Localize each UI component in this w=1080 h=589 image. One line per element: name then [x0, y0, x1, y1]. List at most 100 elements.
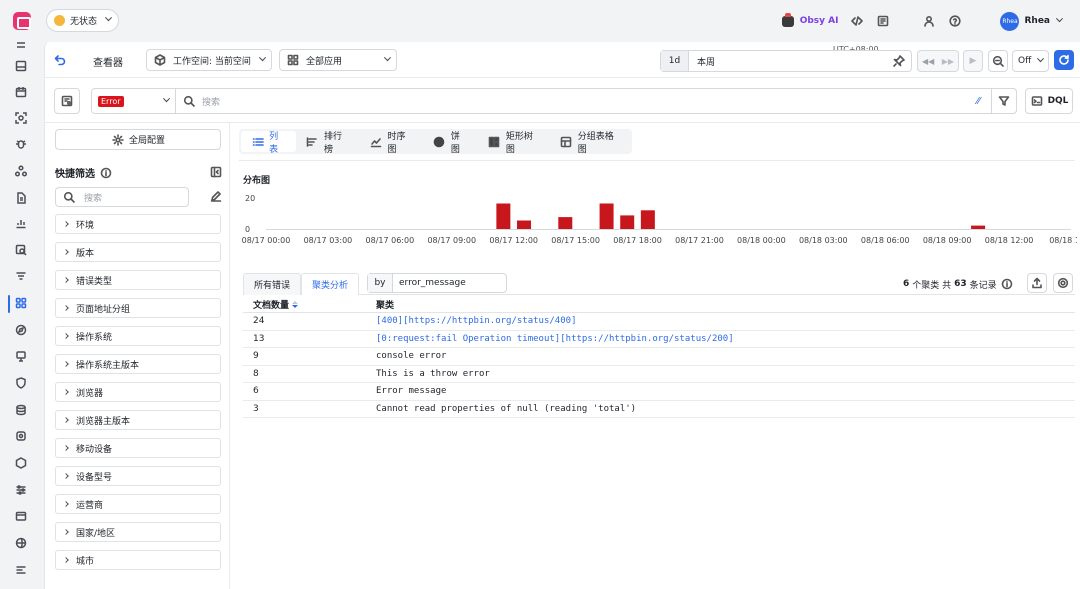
workspace-select[interactable]: 工作空间: 当前空间: [146, 49, 272, 71]
rail-integration-icon[interactable]: [15, 537, 29, 551]
rail-monitor-icon[interactable]: [15, 350, 29, 364]
play-button[interactable]: ▶: [963, 50, 983, 72]
table-row[interactable]: 13 [0:request:fail Operation timeout][htt…: [243, 331, 1075, 348]
help-icon[interactable]: [948, 14, 962, 28]
facet-item[interactable]: 浏览器主版本: [55, 410, 221, 430]
table-row[interactable]: 9 console error: [243, 348, 1075, 366]
user-icon[interactable]: [922, 14, 936, 28]
facet-item[interactable]: 页面地址分组: [55, 298, 221, 318]
table-row[interactable]: 3 Cannot read properties of null (reading…: [243, 401, 1075, 418]
back-arrow-icon[interactable]: [53, 53, 67, 67]
facet-label: 版本: [76, 248, 95, 259]
rail-database-icon[interactable]: [15, 404, 29, 418]
facet-item[interactable]: 设备型号: [55, 466, 221, 486]
rail-sliders-icon[interactable]: [15, 484, 29, 498]
table-settings-button[interactable]: [1053, 273, 1073, 293]
refresh-interval-select[interactable]: Off: [1012, 50, 1049, 72]
tab-ranking[interactable]: 排行榜: [296, 131, 359, 155]
search-input[interactable]: 搜索 ⁄⁄: [175, 88, 1017, 114]
distribution-chart-svg: 20 0 08/17 00:00 08/17 03:00 08/17 06:00 08/1…: [242, 194, 1080, 245]
rail-security-icon[interactable]: [15, 430, 29, 444]
rail-list-filter-icon[interactable]: [15, 270, 29, 284]
row-count: 9: [253, 351, 259, 362]
user-menu[interactable]: Rhea Rhea: [1000, 11, 1064, 31]
dql-button[interactable]: DQL: [1025, 88, 1073, 114]
facet-item[interactable]: 操作系统: [55, 326, 221, 346]
facet-item[interactable]: 错误类型: [55, 270, 221, 290]
chevron-down-icon: [383, 53, 392, 61]
tab-treemap[interactable]: 矩形树图: [478, 131, 550, 155]
rail-menu-icon[interactable]: [15, 564, 29, 578]
tab-timeseries[interactable]: 时序图: [359, 131, 422, 155]
chevron-right-icon: [63, 557, 69, 563]
export-button[interactable]: [1027, 273, 1047, 293]
rail-scan-icon[interactable]: [15, 112, 29, 126]
rail-shield-icon[interactable]: [15, 377, 29, 391]
obsy-ai-button[interactable]: Obsy AI: [781, 12, 838, 27]
notes-icon[interactable]: [876, 14, 890, 28]
status-button[interactable]: 无状态: [46, 9, 119, 32]
fast-forward-icon[interactable]: ▶▶: [942, 57, 954, 66]
row-cluster-message[interactable]: [400][https://httpbin.org/status/400]: [376, 316, 1075, 326]
info-icon[interactable]: [99, 166, 113, 180]
row-cluster-message: Cannot read properties of null (reading …: [376, 403, 637, 414]
rail-bug-icon[interactable]: [15, 138, 29, 152]
analysis-tabs-row: 所有错误 聚类分析 by error_message 6 个聚类 共 63 条记…: [243, 273, 1075, 295]
tab-pie[interactable]: 饼图: [423, 131, 478, 155]
global-config-button[interactable]: 全局配置: [55, 129, 221, 150]
tab-list-label: 列表: [269, 131, 279, 155]
code-icon[interactable]: [850, 14, 864, 28]
tab-list[interactable]: 列表: [241, 131, 296, 155]
tab-cluster-analysis[interactable]: 聚类分析: [301, 273, 360, 295]
rail-calendar-icon[interactable]: [15, 86, 29, 100]
rail-hexagon-icon[interactable]: [15, 457, 29, 471]
facet-item[interactable]: 移动设备: [55, 438, 221, 458]
filter-search-input[interactable]: 搜索: [55, 187, 189, 207]
rail-dashboard-icon[interactable]: [15, 60, 29, 74]
rail-apps-icon[interactable]: [15, 297, 29, 311]
row-cluster-message[interactable]: [0:request:fail Operation timeout][https…: [376, 334, 1075, 344]
rail-topology-icon[interactable]: [14, 165, 29, 179]
tab-group-table[interactable]: 分组表格图: [550, 131, 630, 155]
collapse-panel-icon[interactable]: [209, 165, 223, 179]
tab-all-errors[interactable]: 所有错误: [243, 273, 302, 295]
pin-icon[interactable]: [892, 54, 906, 68]
table-row[interactable]: 8 This is a throw error: [243, 366, 1075, 383]
rewind-icon[interactable]: ◀◀: [922, 57, 934, 66]
distribution-chart: 20 0 08/17 00:00 08/17 03:00 08/17 06:00 08/1…: [241, 189, 1080, 259]
saved-query-button[interactable]: [54, 88, 80, 114]
facet-item[interactable]: 城市: [55, 550, 221, 570]
rail-log-search-icon[interactable]: [15, 244, 29, 258]
data-source-select[interactable]: Error: [91, 88, 175, 114]
facet-item[interactable]: 运营商: [55, 494, 221, 514]
facet-item[interactable]: 版本: [55, 242, 221, 262]
app-select[interactable]: 全部应用: [279, 49, 397, 71]
zoom-out-button[interactable]: [988, 50, 1008, 72]
ai-assist-icon[interactable]: ⁄⁄: [977, 96, 980, 107]
edit-icon[interactable]: [209, 189, 223, 203]
group-by-field[interactable]: by error_message: [367, 273, 507, 293]
rail-folder-icon[interactable]: [15, 510, 29, 524]
table-row[interactable]: 24 [400][https://httpbin.org/status/400]: [243, 313, 1075, 331]
sort-icon[interactable]: [292, 301, 299, 308]
filter-button[interactable]: [991, 88, 1017, 114]
facet-label: 运营商: [76, 500, 104, 511]
cluster-count-suffix: 个聚类 共: [912, 280, 952, 291]
facet-item[interactable]: 操作系统主版本: [55, 354, 221, 374]
info-icon[interactable]: [1000, 277, 1014, 291]
app-logo-icon[interactable]: [13, 12, 31, 30]
time-quick-label[interactable]: 1d: [661, 51, 689, 71]
rail-overview-icon[interactable]: [15, 41, 29, 55]
time-range-picker[interactable]: 1d 本周: [660, 50, 912, 72]
facet-item[interactable]: 浏览器: [55, 382, 221, 402]
refresh-button[interactable]: [1054, 50, 1074, 70]
rail-compass-icon[interactable]: [15, 324, 29, 338]
facet-item[interactable]: 环境: [55, 214, 221, 234]
rail-chart-icon[interactable]: [15, 217, 29, 231]
quick-filter-title-text: 快捷筛选: [55, 169, 95, 180]
rail-document-icon[interactable]: [15, 192, 29, 206]
column-header-count[interactable]: 文档数量: [243, 298, 376, 311]
facet-item[interactable]: 国家/地区: [55, 522, 221, 542]
time-range-label: 本周: [697, 57, 716, 68]
table-row[interactable]: 6 Error message: [243, 383, 1075, 401]
